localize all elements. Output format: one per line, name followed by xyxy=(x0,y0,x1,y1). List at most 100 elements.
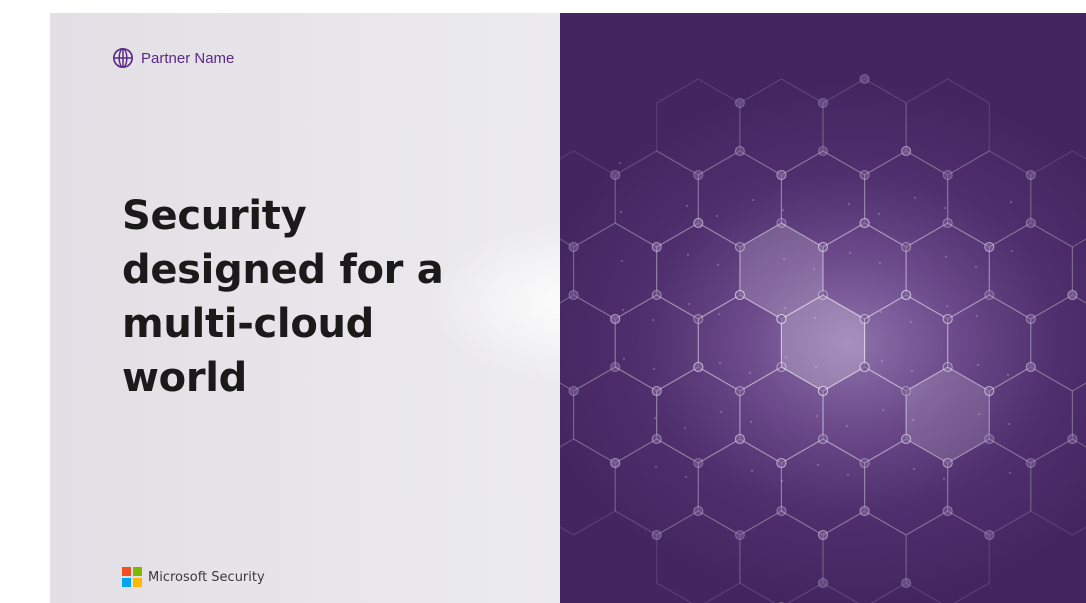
hexagon-shape xyxy=(614,438,699,536)
light-particle xyxy=(944,207,946,209)
hexagon-shape xyxy=(560,438,616,536)
partner-logo: Partner Name xyxy=(112,47,234,69)
light-particle xyxy=(849,252,851,254)
hexagon-shape xyxy=(864,150,949,248)
slide: Partner Name Security designed for a mul… xyxy=(50,13,1086,603)
light-particle xyxy=(978,413,980,415)
network-node xyxy=(942,169,953,181)
network-node xyxy=(901,289,912,301)
hexagon-shape xyxy=(1030,150,1086,248)
network-node xyxy=(901,145,912,157)
hexagon-shape xyxy=(905,222,990,320)
light-particle xyxy=(879,262,881,264)
light-particle xyxy=(652,319,654,321)
light-particle xyxy=(1010,201,1012,203)
light-particle xyxy=(943,478,945,480)
light-particle xyxy=(751,470,753,472)
light-particle xyxy=(686,205,688,207)
network-node xyxy=(568,241,579,253)
light-particle xyxy=(945,256,947,258)
light-particle xyxy=(815,366,817,368)
light-particle xyxy=(878,213,880,215)
light-particle xyxy=(684,427,686,429)
hexagon-shape xyxy=(656,366,741,464)
network-node xyxy=(1067,289,1078,301)
network-node xyxy=(734,289,745,301)
hexagon-shape xyxy=(780,438,866,536)
hexagon-shape xyxy=(573,366,658,464)
network-node xyxy=(693,217,704,229)
network-node xyxy=(776,169,787,181)
network-node xyxy=(610,313,621,325)
network-node xyxy=(734,241,745,253)
hexagon-shape xyxy=(988,222,1073,320)
light-particle xyxy=(718,313,720,315)
light-particle xyxy=(1009,472,1011,474)
hexagon-shape xyxy=(1071,382,1086,448)
light-particle xyxy=(720,411,722,413)
network-node xyxy=(568,289,579,301)
globe-icon xyxy=(113,48,133,68)
light-particle xyxy=(977,364,979,366)
light-particle xyxy=(882,409,884,411)
slide-title: Security designed for a multi-cloud worl… xyxy=(122,193,444,401)
light-particle xyxy=(784,307,786,309)
network-node xyxy=(901,385,912,397)
network-node xyxy=(859,361,870,373)
light-particle xyxy=(752,199,754,201)
light-particle xyxy=(911,370,913,372)
light-particle xyxy=(782,209,784,211)
network-node xyxy=(610,457,621,469)
light-particle xyxy=(912,419,914,421)
light-particle xyxy=(910,321,912,323)
light-particle xyxy=(623,358,625,360)
hexagon-shape xyxy=(697,438,782,536)
light-particle xyxy=(716,215,718,217)
hexagon-shape xyxy=(822,78,907,176)
light-particle xyxy=(750,421,752,423)
hexagon-shape xyxy=(656,78,741,176)
network-node xyxy=(693,361,704,373)
hexagon-shape xyxy=(988,366,1073,464)
light-particle xyxy=(976,315,978,317)
hexagon-shape xyxy=(614,150,699,248)
network-node xyxy=(942,313,953,325)
light-particle xyxy=(620,211,622,213)
hexagon-shape xyxy=(905,366,990,464)
hexagon-background-image xyxy=(560,13,1086,603)
network-node xyxy=(734,433,745,445)
light-particle xyxy=(655,466,657,468)
network-node xyxy=(859,73,870,85)
light-particle xyxy=(880,311,882,313)
light-particle xyxy=(847,474,849,476)
hexagon-network-graphic xyxy=(560,73,1086,603)
hexagon-shape xyxy=(573,222,658,320)
light-particle xyxy=(654,417,656,419)
hexagon-shape xyxy=(739,510,824,603)
light-particle xyxy=(783,258,785,260)
hexagon-shape xyxy=(739,78,824,176)
microsoft-logo-icon xyxy=(122,567,142,587)
title-panel: Partner Name Security designed for a mul… xyxy=(50,13,560,603)
light-particle xyxy=(848,203,850,205)
light-particle xyxy=(1007,374,1009,376)
light-particle xyxy=(685,476,687,478)
light-particle xyxy=(621,260,623,262)
network-node xyxy=(942,457,953,469)
light-particle xyxy=(846,425,848,427)
network-node xyxy=(901,241,912,253)
light-particle xyxy=(817,464,819,466)
light-particle xyxy=(913,468,915,470)
light-particle xyxy=(749,372,751,374)
hexagon-shape xyxy=(1030,438,1086,536)
network-node xyxy=(859,217,870,229)
network-node xyxy=(568,385,579,397)
light-particle xyxy=(1011,250,1013,252)
hexagon-shape xyxy=(656,510,741,603)
brand-label: Microsoft Security xyxy=(148,569,265,585)
network-node xyxy=(734,97,745,109)
light-particle xyxy=(785,356,787,358)
network-node xyxy=(734,529,745,541)
hexagon-shape xyxy=(1030,294,1086,392)
hexagon-shape xyxy=(947,150,1032,248)
